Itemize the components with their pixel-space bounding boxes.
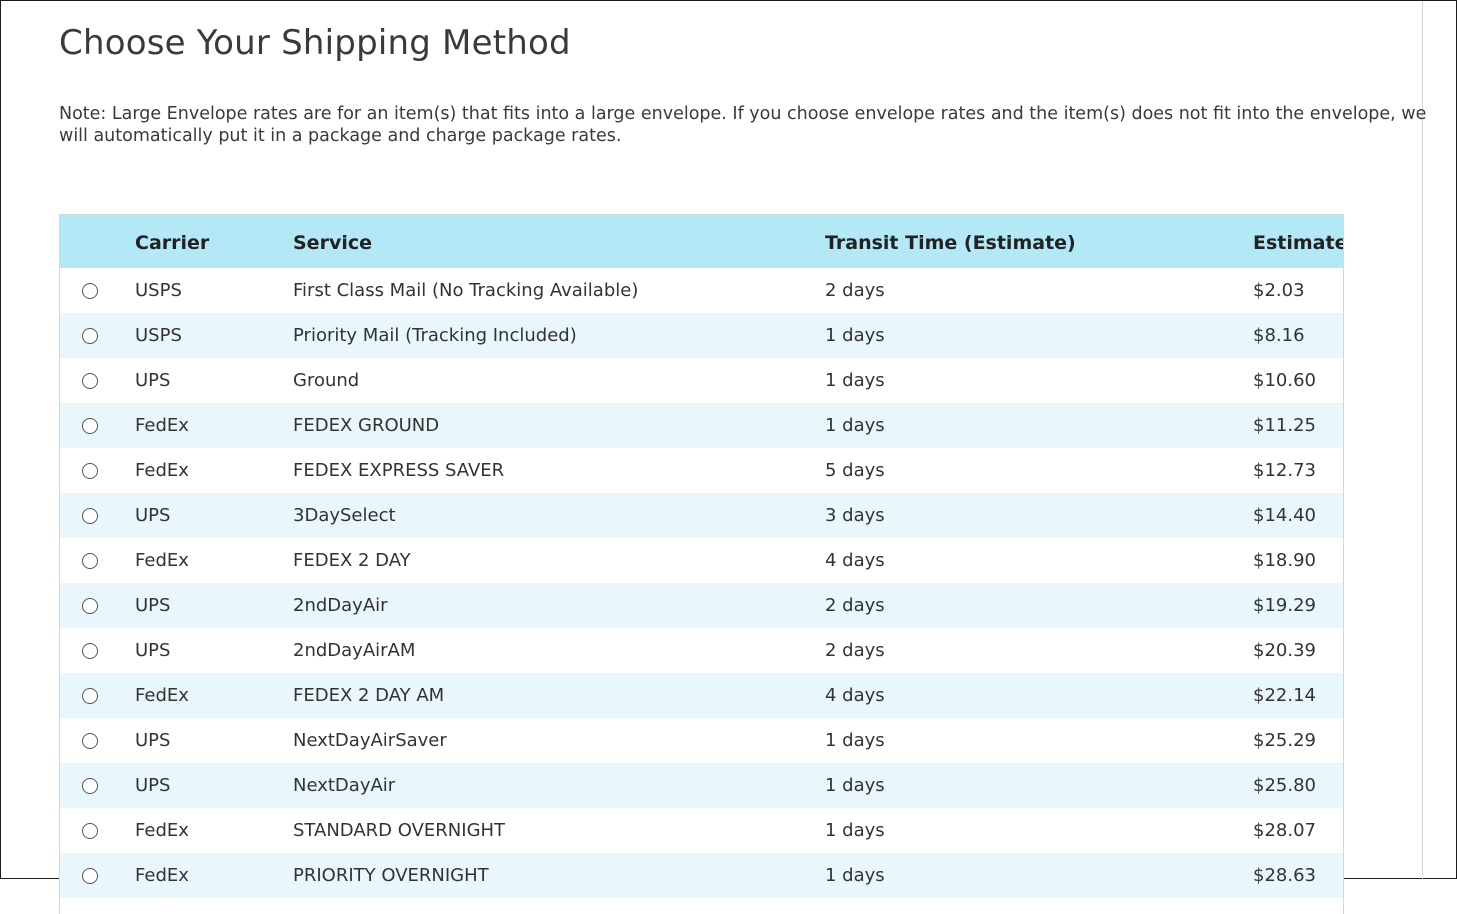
service-cell: Ground	[293, 370, 360, 391]
table-header: Carrier Service Transit Time (Estimate) …	[60, 215, 1343, 268]
service-cell: FEDEX 2 DAY	[293, 550, 411, 571]
estimate-cell: $11.25	[1253, 415, 1316, 436]
transit-time-cell: 4 days	[825, 550, 885, 571]
shipping-option-radio[interactable]	[82, 732, 98, 749]
shipping-option-radio[interactable]	[82, 417, 98, 434]
shipping-option-radio[interactable]	[82, 597, 98, 614]
estimate-cell: $22.14	[1253, 685, 1316, 706]
carrier-cell: FedEx	[135, 820, 189, 841]
carrier-cell: FedEx	[135, 415, 189, 436]
table-row[interactable]: FedEx FEDEX EXPRESS SAVER 5 days $12.73	[60, 448, 1343, 493]
carrier-cell: USPS	[135, 280, 182, 301]
transit-time-cell: 2 days	[825, 280, 885, 301]
transit-time-cell: 4 days	[825, 685, 885, 706]
carrier-cell: FedEx	[135, 865, 189, 886]
transit-time-cell: 5 days	[825, 460, 885, 481]
table-row[interactable]: UPS NextDayAirSaver 1 days $25.29	[60, 718, 1343, 763]
table-body: USPS First Class Mail (No Tracking Availa…	[60, 268, 1343, 898]
table-row[interactable]: FedEx STANDARD OVERNIGHT 1 days $28.07	[60, 808, 1343, 853]
shipping-option-radio[interactable]	[82, 282, 98, 299]
shipping-methods-table: Carrier Service Transit Time (Estimate) …	[60, 215, 1343, 898]
header-transit-time: Transit Time (Estimate)	[825, 231, 1076, 254]
service-cell: STANDARD OVERNIGHT	[293, 820, 506, 841]
table-row[interactable]: FedEx FEDEX 2 DAY 4 days $18.90	[60, 538, 1343, 583]
service-cell: FEDEX GROUND	[293, 415, 440, 436]
shipping-methods-table-container: Carrier Service Transit Time (Estimate) …	[59, 214, 1344, 914]
table-row[interactable]: UPS 3DaySelect 3 days $14.40	[60, 493, 1343, 538]
shipping-option-radio[interactable]	[82, 372, 98, 389]
header-select	[60, 215, 135, 268]
estimate-cell: $8.16	[1253, 325, 1305, 346]
transit-time-cell: 1 days	[825, 730, 885, 751]
estimate-cell: $2.03	[1253, 280, 1305, 301]
service-cell: FEDEX 2 DAY AM	[293, 685, 445, 706]
carrier-cell: UPS	[135, 505, 171, 526]
transit-time-cell: 2 days	[825, 640, 885, 661]
envelope-note: Note: Large Envelope rates are for an it…	[59, 104, 1427, 146]
table-row[interactable]: USPS First Class Mail (No Tracking Availa…	[60, 268, 1343, 313]
table-row[interactable]: UPS 2ndDayAir 2 days $19.29	[60, 583, 1343, 628]
estimate-cell: $18.90	[1253, 550, 1316, 571]
shipping-option-radio[interactable]	[82, 642, 98, 659]
estimate-cell: $28.63	[1253, 865, 1316, 886]
carrier-cell: FedEx	[135, 550, 189, 571]
header-carrier: Carrier	[135, 231, 210, 254]
transit-time-cell: 1 days	[825, 820, 885, 841]
transit-time-cell: 2 days	[825, 595, 885, 616]
estimate-cell: $14.40	[1253, 505, 1316, 526]
shipping-option-radio[interactable]	[82, 687, 98, 704]
service-cell: 2ndDayAir	[293, 595, 388, 616]
carrier-cell: FedEx	[135, 460, 189, 481]
estimate-cell: $19.29	[1253, 595, 1316, 616]
shipping-option-radio[interactable]	[82, 462, 98, 479]
carrier-cell: FedEx	[135, 685, 189, 706]
shipping-option-radio[interactable]	[82, 822, 98, 839]
shipping-option-radio[interactable]	[82, 552, 98, 569]
shipping-option-radio[interactable]	[82, 777, 98, 794]
transit-time-cell: 1 days	[825, 325, 885, 346]
service-cell: FEDEX EXPRESS SAVER	[293, 460, 505, 481]
header-service: Service	[293, 231, 372, 254]
table-row[interactable]: USPS Priority Mail (Tracking Included) 1 d…	[60, 313, 1343, 358]
transit-time-cell: 3 days	[825, 505, 885, 526]
table-row[interactable]: UPS 2ndDayAirAM 2 days $20.39	[60, 628, 1343, 673]
table-row[interactable]: FedEx FEDEX 2 DAY AM 4 days $22.14	[60, 673, 1343, 718]
shipping-option-radio[interactable]	[82, 867, 98, 884]
service-cell: 2ndDayAirAM	[293, 640, 416, 661]
transit-time-cell: 1 days	[825, 865, 885, 886]
shipping-option-radio[interactable]	[82, 507, 98, 524]
service-cell: Priority Mail (Tracking Included)	[293, 325, 577, 346]
page-title: Choose Your Shipping Method	[59, 23, 571, 63]
estimate-cell: $25.29	[1253, 730, 1316, 751]
transit-time-cell: 1 days	[825, 370, 885, 391]
carrier-cell: UPS	[135, 730, 171, 751]
service-cell: First Class Mail (No Tracking Available)	[293, 280, 639, 301]
carrier-cell: UPS	[135, 595, 171, 616]
estimate-cell: $12.73	[1253, 460, 1316, 481]
service-cell: NextDayAirSaver	[293, 730, 447, 751]
table-row[interactable]: UPS NextDayAir 1 days $25.80	[60, 763, 1343, 808]
service-cell: PRIORITY OVERNIGHT	[293, 865, 489, 886]
table-row[interactable]: UPS Ground 1 days $10.60	[60, 358, 1343, 403]
estimate-cell: $25.80	[1253, 775, 1316, 796]
estimate-cell: $10.60	[1253, 370, 1316, 391]
header-row: Carrier Service Transit Time (Estimate) …	[60, 215, 1343, 268]
header-estimate: Estimate	[1253, 231, 1344, 254]
carrier-cell: UPS	[135, 370, 171, 391]
estimate-cell: $28.07	[1253, 820, 1316, 841]
service-cell: 3DaySelect	[293, 505, 396, 526]
transit-time-cell: 1 days	[825, 415, 885, 436]
transit-time-cell: 1 days	[825, 775, 885, 796]
table-row[interactable]: FedEx PRIORITY OVERNIGHT 1 days $28.63	[60, 853, 1343, 898]
table-row[interactable]: FedEx FEDEX GROUND 1 days $11.25	[60, 403, 1343, 448]
carrier-cell: UPS	[135, 640, 171, 661]
carrier-cell: USPS	[135, 325, 182, 346]
estimate-cell: $20.39	[1253, 640, 1316, 661]
carrier-cell: UPS	[135, 775, 171, 796]
service-cell: NextDayAir	[293, 775, 396, 796]
shipping-option-radio[interactable]	[82, 327, 98, 344]
